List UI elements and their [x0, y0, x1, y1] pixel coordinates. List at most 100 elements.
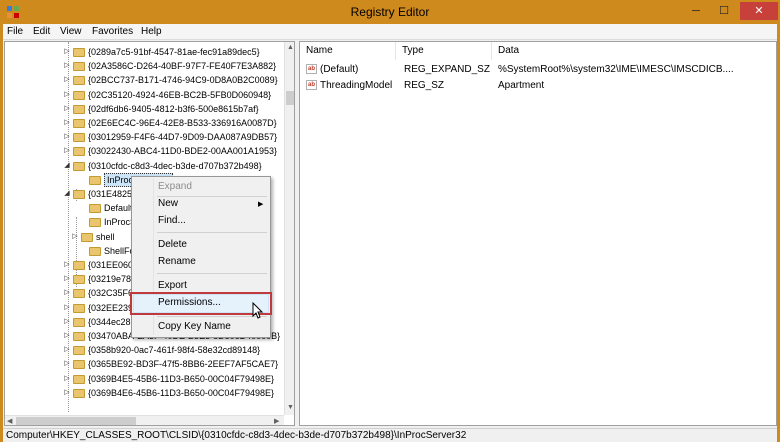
tree-node[interactable]: ▷ {0358b920-0ac7-461f-98f4-58e32cd89148} — [5, 343, 284, 357]
expand-arrow-icon[interactable]: ▷ — [63, 73, 71, 87]
value-row[interactable]: ab ThreadingModel REG_SZ Apartment — [300, 78, 776, 93]
scroll-up-arrow-icon[interactable]: ▲ — [287, 44, 294, 51]
tree-node-label[interactable]: {02C35120-4924-46EB-BC2B-5FB0D060948} — [88, 88, 271, 102]
tree-node-label[interactable]: {032C35F6 — [88, 286, 133, 300]
values-list-pane[interactable]: Name Type Data ab (Default) REG_EXPAND_S… — [299, 41, 777, 426]
tree-node-label[interactable]: {0365BE92-BD3F-47f5-8BB6-2EEF7AF5CAE7} — [88, 357, 278, 371]
menu-view[interactable]: View — [60, 26, 82, 37]
expand-arrow-icon[interactable]: ▷ — [63, 102, 71, 116]
tree-node[interactable]: ▷ {02C35120-4924-46EB-BC2B-5FB0D060948} — [5, 88, 284, 102]
tree-node-label[interactable]: {0310cfdc-c8d3-4dec-b3de-d707b372b498} — [88, 159, 262, 173]
minimize-button[interactable]: ─ — [683, 2, 709, 20]
tree-node[interactable]: ▷ {02BCC737-B171-4746-94C9-0D8A0B2C0089} — [5, 73, 284, 87]
folder-icon — [73, 289, 85, 299]
expand-arrow-icon[interactable]: ▷ — [63, 329, 71, 343]
tree-node-label[interactable]: {02A3586C-D264-40BF-97F7-FE40F7E3A882} — [88, 59, 276, 73]
title-bar[interactable]: Registry Editor ─ ☐ ✕ — [0, 0, 780, 24]
folder-icon — [73, 374, 85, 384]
status-bar-path: Computer\HKEY_CLASSES_ROOT\CLSID\{0310cf… — [3, 428, 777, 442]
tree-node-label[interactable]: {02BCC737-B171-4746-94C9-0D8A0B2C0089} — [88, 73, 278, 87]
folder-icon — [89, 175, 101, 185]
maximize-button[interactable]: ☐ — [711, 2, 737, 20]
menu-edit[interactable]: Edit — [33, 26, 50, 37]
context-find[interactable]: Find... — [158, 214, 186, 228]
tree-vertical-scrollbar[interactable]: ▲ ▼ — [284, 42, 294, 415]
tree-node-label[interactable]: {032EE239- — [88, 301, 136, 315]
tree-node-label[interactable]: {0289a7c5-91bf-4547-81ae-fec91a89dec5} — [88, 45, 260, 59]
collapse-arrow-icon[interactable]: ◢ — [63, 187, 71, 201]
tree-node[interactable]: ▷ {03022430-ABC4-11D0-BDE2-00AA001A1953} — [5, 144, 284, 158]
tree-node-label[interactable]: {02df6db6-9405-4812-b3f6-500e8615b7af} — [88, 102, 259, 116]
expand-arrow-icon[interactable]: ▷ — [63, 315, 71, 329]
tree-hscroll-thumb[interactable] — [16, 417, 136, 425]
expand-arrow-icon[interactable]: ▷ — [63, 286, 71, 300]
tree-node-label[interactable]: shell — [96, 230, 115, 244]
context-export[interactable]: Export — [158, 279, 187, 293]
expand-arrow-icon[interactable]: ▷ — [63, 372, 71, 386]
tree-node[interactable]: ▷ {02E6EC4C-96E4-42E8-B533-336916A0087D} — [5, 116, 284, 130]
tree-scroll-thumb[interactable] — [286, 91, 294, 105]
scroll-left-arrow-icon[interactable]: ◀ — [7, 417, 12, 425]
expand-arrow-icon[interactable]: ▷ — [63, 357, 71, 371]
expand-arrow-icon[interactable]: ▷ — [63, 386, 71, 400]
expand-arrow-icon[interactable]: ▷ — [63, 258, 71, 272]
expand-arrow-icon[interactable]: ▷ — [63, 88, 71, 102]
menu-favorites[interactable]: Favorites — [92, 26, 133, 37]
tree-node-label[interactable]: {03012959-F4F6-44D7-9D09-DAA087A9DB57} — [88, 130, 277, 144]
expand-arrow-icon[interactable]: ▷ — [63, 130, 71, 144]
expand-arrow-icon[interactable]: ▷ — [63, 343, 71, 357]
value-name: (Default) — [320, 64, 359, 75]
expand-arrow-icon[interactable]: ▷ — [71, 230, 79, 244]
folder-icon — [73, 104, 85, 114]
expand-arrow-icon[interactable]: ▷ — [63, 272, 71, 286]
tree-node-label[interactable]: {0369B4E5-45B6-11D3-B650-00C04F79498E} — [88, 372, 274, 386]
menu-help[interactable]: Help — [141, 26, 162, 37]
folder-icon — [73, 388, 85, 398]
folder-icon — [73, 90, 85, 100]
tree-node-label[interactable]: {031EE060- — [88, 258, 136, 272]
tree-node[interactable]: ▷ {02df6db6-9405-4812-b3f6-500e8615b7af} — [5, 102, 284, 116]
tree-node[interactable]: ▷ {0369B4E6-45B6-11D3-B650-00C04F79498E} — [5, 386, 284, 400]
tree-node-label[interactable]: {0344ec28- — [88, 315, 134, 329]
tree-node[interactable]: ▷ {0369B4E5-45B6-11D3-B650-00C04F79498E} — [5, 372, 284, 386]
column-header-type[interactable]: Type — [396, 42, 492, 60]
menu-file[interactable]: File — [7, 26, 23, 37]
folder-icon — [73, 76, 85, 86]
column-header-data[interactable]: Data — [492, 42, 776, 60]
expand-arrow-icon[interactable]: ▷ — [63, 45, 71, 59]
tree-node-label[interactable]: ShellFo — [104, 244, 135, 258]
collapse-arrow-icon[interactable]: ◢ — [63, 159, 71, 173]
tree-node-label[interactable]: {0358b920-0ac7-461f-98f4-58e32cd89148} — [88, 343, 260, 357]
tree-node-label[interactable]: {031E4825- — [88, 187, 135, 201]
context-expand[interactable]: Expand — [158, 180, 192, 194]
expand-arrow-icon[interactable]: ▷ — [63, 301, 71, 315]
column-header-name[interactable]: Name — [300, 42, 396, 60]
tree-node-label[interactable]: Default — [104, 201, 133, 215]
scroll-right-arrow-icon[interactable]: ▶ — [274, 417, 279, 425]
expand-arrow-icon[interactable]: ▷ — [63, 116, 71, 130]
close-button[interactable]: ✕ — [740, 2, 778, 20]
tree-node-label[interactable]: {03022430-ABC4-11D0-BDE2-00AA001A1953} — [88, 144, 277, 158]
tree-node-label[interactable]: {02E6EC4C-96E4-42E8-B533-336916A0087D} — [88, 116, 277, 130]
tree-node[interactable]: ▷ {0289a7c5-91bf-4547-81ae-fec91a89dec5} — [5, 45, 284, 59]
context-copy-key-name[interactable]: Copy Key Name — [158, 320, 231, 334]
tree-node-label[interactable]: {0369B4E6-45B6-11D3-B650-00C04F79498E} — [88, 386, 274, 400]
folder-icon — [89, 204, 101, 214]
tree-node[interactable]: ▷ {0365BE92-BD3F-47f5-8BB6-2EEF7AF5CAE7} — [5, 357, 284, 371]
expand-arrow-icon[interactable]: ▷ — [63, 144, 71, 158]
menu-separator — [157, 232, 267, 233]
tree-node[interactable]: ◢ {0310cfdc-c8d3-4dec-b3de-d707b372b498} — [5, 159, 284, 173]
tree-horizontal-scrollbar[interactable]: ◀ ▶ — [5, 415, 284, 425]
folder-icon — [73, 275, 85, 285]
permissions-highlight-box — [130, 292, 272, 315]
folder-icon — [73, 133, 85, 143]
expand-arrow-icon[interactable]: ▷ — [63, 59, 71, 73]
context-rename[interactable]: Rename — [158, 255, 196, 269]
context-new[interactable]: New — [158, 197, 178, 211]
tree-node[interactable]: ▷ {03012959-F4F6-44D7-9D09-DAA087A9DB57} — [5, 130, 284, 144]
value-row[interactable]: ab (Default) REG_EXPAND_SZ %SystemRoot%\… — [300, 62, 776, 77]
tree-node[interactable]: ▷ {02A3586C-D264-40BF-97F7-FE40F7E3A882} — [5, 59, 284, 73]
scroll-down-arrow-icon[interactable]: ▼ — [287, 404, 294, 411]
context-delete[interactable]: Delete — [158, 238, 187, 252]
tree-node-label[interactable]: {03219e78- — [88, 272, 134, 286]
